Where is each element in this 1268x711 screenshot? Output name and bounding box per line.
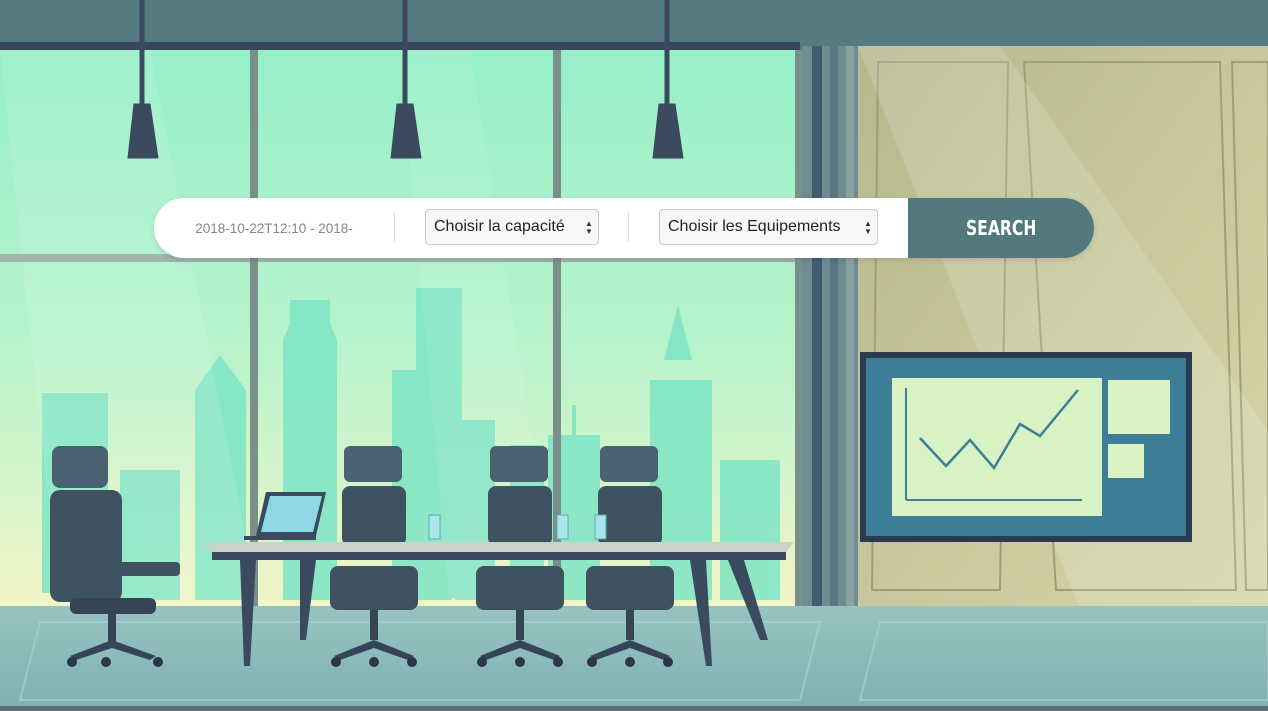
presentation-screen [860, 352, 1192, 542]
chairs-back [342, 446, 662, 546]
capacity-select-value: Choisir la capacité [434, 218, 565, 235]
up-down-arrows-icon: ▲ ▼ [864, 219, 872, 236]
search-button-label: SEARCH [965, 216, 1037, 240]
search-bar: 2018-10-22T12:10 - 2018- Choisir la capa… [154, 198, 1094, 258]
curtain [802, 46, 858, 610]
divider [394, 212, 395, 242]
divider [628, 212, 629, 242]
equipment-select-value: Choisir les Equipements [668, 218, 841, 235]
ceiling-edge [0, 42, 800, 50]
search-button[interactable]: SEARCH [908, 198, 1094, 258]
up-down-arrows-icon: ▲ ▼ [585, 219, 593, 236]
meeting-room-illustration [0, 0, 1268, 711]
date-range-input[interactable]: 2018-10-22T12:10 - 2018- [154, 198, 394, 258]
capacity-select[interactable]: Choisir la capacité ▲ ▼ [425, 209, 599, 245]
ceiling [0, 0, 1268, 46]
equipment-select[interactable]: Choisir les Equipements ▲ ▼ [659, 209, 878, 245]
